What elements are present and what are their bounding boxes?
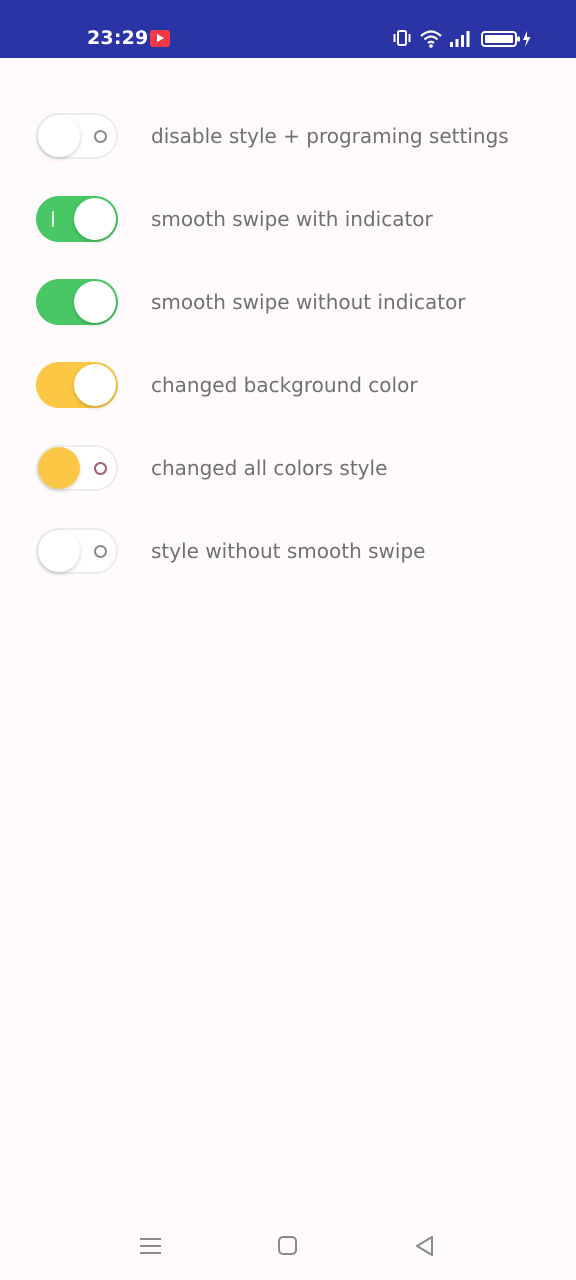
on-indicator-icon <box>52 211 54 227</box>
menu-icon[interactable] <box>136 1232 166 1262</box>
status-time: 23:29 <box>87 27 149 49</box>
toggle-changed-all-colors[interactable] <box>36 445 118 491</box>
switch-row-disable-style: disable style + programing settings <box>0 106 576 166</box>
toggle-knob <box>74 364 116 406</box>
switch-label: disable style + programing settings <box>151 124 509 148</box>
battery-charging-icon <box>481 31 531 47</box>
switch-label: smooth swipe without indicator <box>151 290 466 314</box>
toggle-smooth-with-indicator[interactable] <box>36 196 118 242</box>
switch-row-changed-background: changed background color <box>0 355 576 415</box>
wifi-icon <box>420 30 442 48</box>
home-icon[interactable] <box>273 1232 303 1262</box>
off-indicator-icon <box>94 130 107 143</box>
switch-label: style without smooth swipe <box>151 539 426 563</box>
off-indicator-icon <box>94 462 107 475</box>
vibrate-icon <box>393 30 411 46</box>
toggle-without-smooth-swipe[interactable] <box>36 528 118 574</box>
off-indicator-icon <box>94 545 107 558</box>
toggle-disable-style[interactable] <box>36 113 118 159</box>
switch-row-smooth-without-indicator: smooth swipe without indicator <box>0 272 576 332</box>
status-icons <box>393 28 538 50</box>
signal-icon <box>450 31 470 47</box>
video-notification-icon <box>150 30 170 47</box>
status-bar: 23:29 <box>0 0 576 58</box>
switch-row-smooth-with-indicator: smooth swipe with indicator <box>0 189 576 249</box>
toggle-knob <box>74 281 116 323</box>
switch-label: changed background color <box>151 373 418 397</box>
switch-label: smooth swipe with indicator <box>151 207 433 231</box>
toggle-knob <box>38 530 80 572</box>
toggle-smooth-without-indicator[interactable] <box>36 279 118 325</box>
switch-row-changed-all-colors: changed all colors style <box>0 438 576 498</box>
toggle-knob <box>74 198 116 240</box>
toggle-changed-background[interactable] <box>36 362 118 408</box>
switch-row-without-smooth-swipe: style without smooth swipe <box>0 521 576 581</box>
back-icon[interactable] <box>410 1232 440 1262</box>
switch-label: changed all colors style <box>151 456 388 480</box>
toggle-knob <box>38 447 80 489</box>
navigation-bar <box>0 1212 576 1280</box>
toggle-knob <box>38 115 80 157</box>
